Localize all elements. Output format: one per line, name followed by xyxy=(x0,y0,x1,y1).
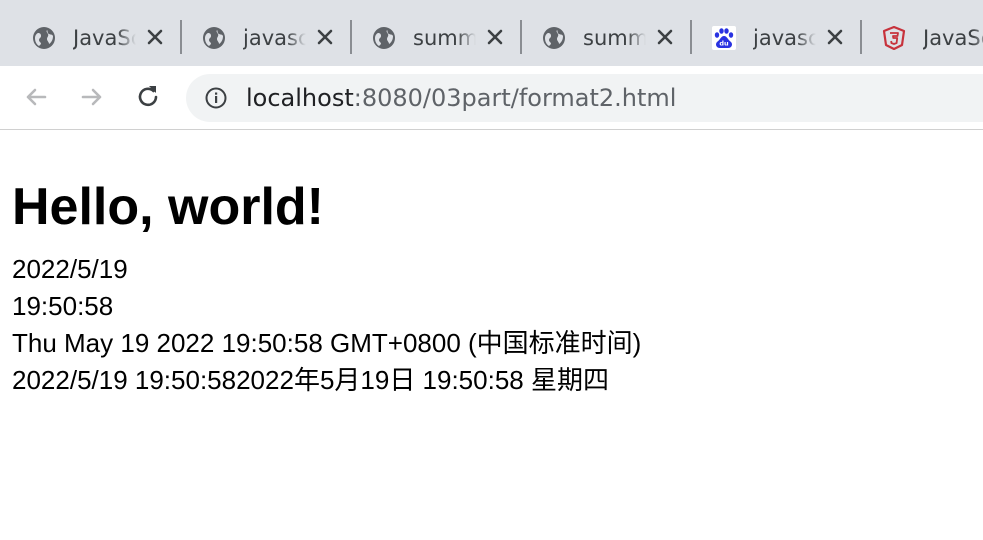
tab-title: summary xyxy=(583,26,646,50)
forward-arrow-icon[interactable] xyxy=(77,82,107,112)
browser-tab[interactable]: javascript xyxy=(170,14,352,62)
tab-title: javascript xyxy=(243,26,306,50)
close-icon[interactable] xyxy=(145,27,165,47)
browser-tab[interactable]: du javascript xyxy=(680,14,862,62)
tab-title: javascript xyxy=(753,26,816,50)
output-line: Thu May 19 2022 19:50:58 GMT+0800 (中国标准时… xyxy=(12,328,642,358)
url-text[interactable]: localhost:8080/03part/format2.html xyxy=(246,82,676,114)
url-path: :8080/03part/format2.html xyxy=(353,84,677,112)
page-heading: Hello, world! xyxy=(12,178,324,236)
globe-icon xyxy=(203,27,225,49)
output-lines: 2022/5/19 19:50:58 Thu May 19 2022 19:50… xyxy=(12,251,972,399)
browser-tab[interactable]: summary xyxy=(510,14,692,62)
globe-icon xyxy=(33,27,55,49)
browser-toolbar: localhost:8080/03part/format2.html xyxy=(0,66,983,130)
globe-icon xyxy=(373,27,395,49)
url-host: localhost xyxy=(246,84,354,112)
browser-tab[interactable]: JavaScript xyxy=(850,14,983,62)
tab-title: JavaScript xyxy=(73,26,136,50)
tab-strip: JavaScript javascript summary xyxy=(0,0,983,66)
close-icon[interactable] xyxy=(315,27,335,47)
output-line: 19:50:58 xyxy=(12,291,114,321)
globe-icon xyxy=(543,27,565,49)
close-icon[interactable] xyxy=(485,27,505,47)
back-arrow-icon[interactable] xyxy=(21,82,51,112)
address-bar[interactable]: localhost:8080/03part/format2.html xyxy=(186,74,983,122)
html5-icon xyxy=(882,26,906,50)
baidu-icon: du xyxy=(712,26,736,50)
browser-tab[interactable]: JavaScript xyxy=(0,14,182,62)
info-icon[interactable] xyxy=(204,86,228,110)
browser-tab[interactable]: summary xyxy=(340,14,522,62)
reload-icon[interactable] xyxy=(133,82,163,112)
tab-title: summary xyxy=(413,26,476,50)
tab-title: JavaScript xyxy=(923,26,983,50)
svg-text:du: du xyxy=(719,40,729,48)
close-icon[interactable] xyxy=(655,27,675,47)
close-icon[interactable] xyxy=(825,27,845,47)
page-content: Hello, world! 2022/5/19 19:50:58 Thu May… xyxy=(12,131,972,399)
output-line: 2022/5/19 19:50:582022年5月19日 19:50:58 星期… xyxy=(12,365,609,395)
output-line: 2022/5/19 xyxy=(12,254,128,284)
